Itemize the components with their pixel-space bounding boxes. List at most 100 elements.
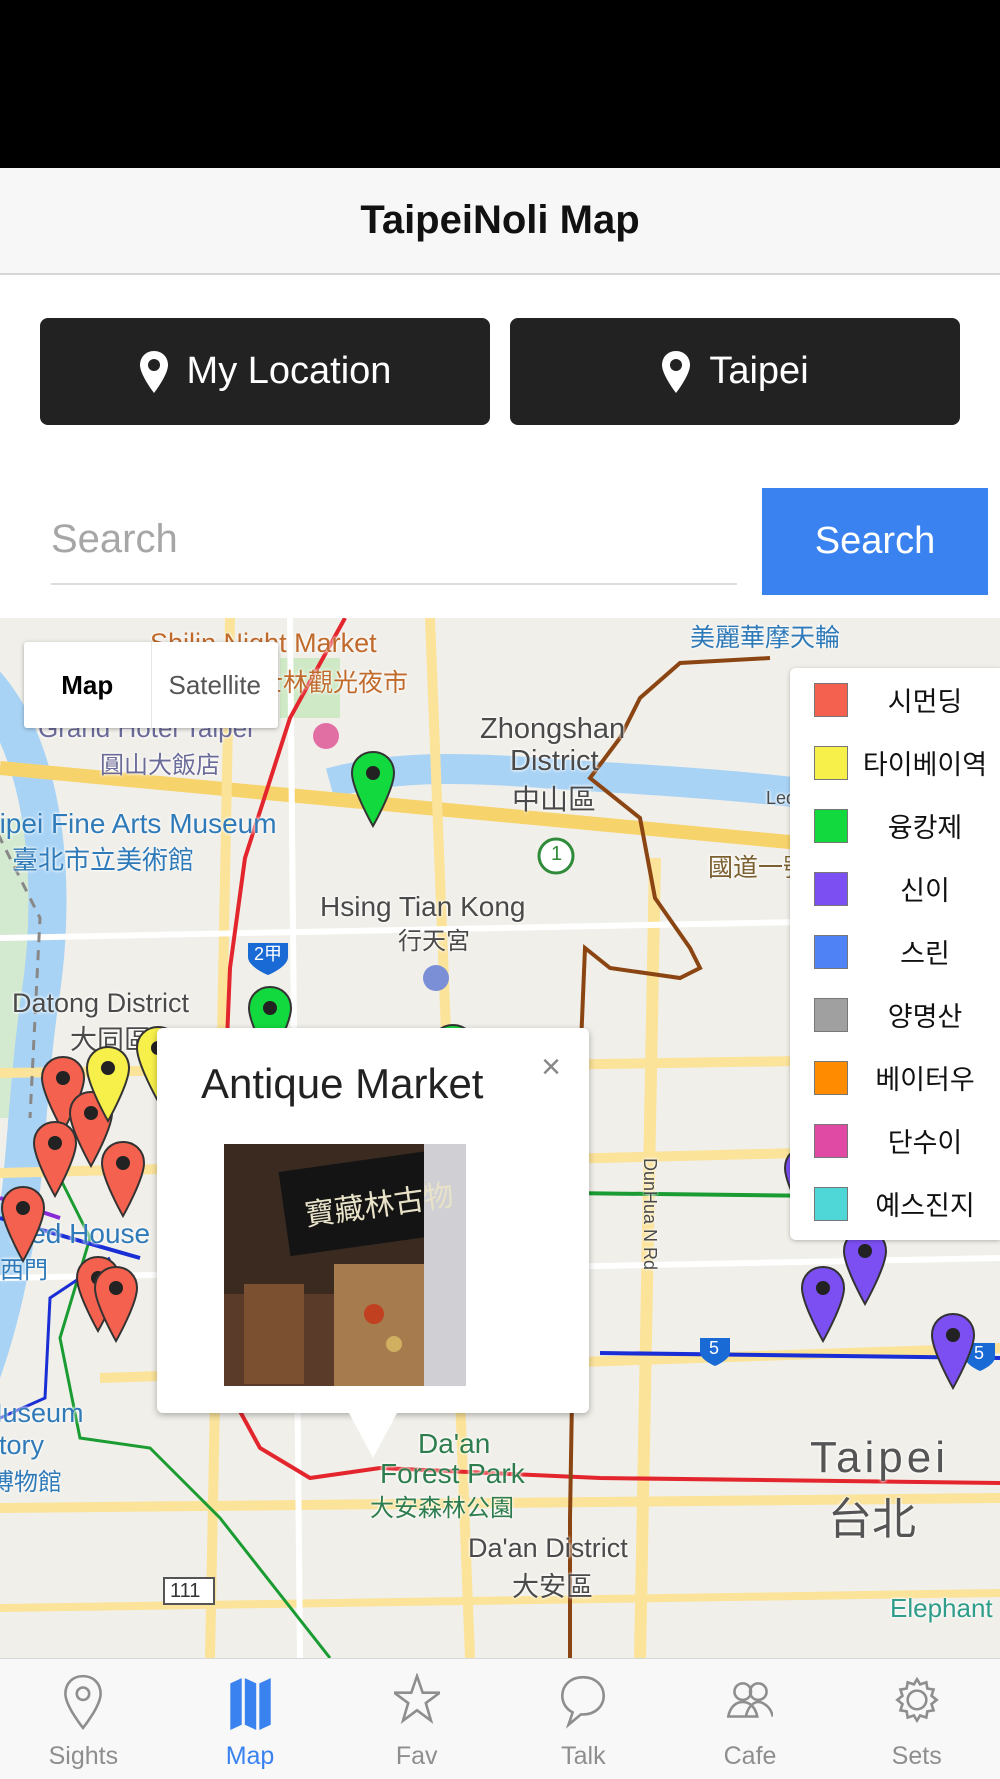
map-label: Taipei Fine Arts Museum <box>0 808 277 839</box>
legend-label: 신이 <box>900 876 950 906</box>
search-input[interactable] <box>51 495 737 585</box>
tab-label: Cafe <box>723 1742 777 1770</box>
tab-label: Fav <box>395 1742 438 1770</box>
road-shield-label: 1 <box>551 843 563 865</box>
info-window: Antique Market × 寶藏林古物 <box>157 1028 589 1458</box>
map-marker-icon[interactable] <box>350 750 396 833</box>
people-icon <box>726 1673 775 1736</box>
tab-label: Map <box>225 1742 275 1770</box>
map-label: 大安區 <box>512 1572 593 1602</box>
my-location-label: My Location <box>186 350 392 392</box>
legend-item[interactable]: 신이 <box>790 857 1000 920</box>
tab-talk[interactable]: Talk <box>500 1659 667 1779</box>
legend-label: 예스진지 <box>875 1191 975 1221</box>
map-label: 台北 <box>828 1495 916 1544</box>
legend-swatch <box>814 1123 848 1158</box>
tab-map[interactable]: Map <box>167 1659 334 1779</box>
place-photo[interactable]: 寶藏林古物 <box>224 1144 466 1386</box>
road-shield-label: 111 <box>170 1580 201 1602</box>
tab-sets[interactable]: Sets <box>833 1659 1000 1779</box>
legend-item[interactable]: 스린 <box>790 920 1000 983</box>
legend-swatch <box>814 745 848 780</box>
map-marker-icon[interactable] <box>85 1045 131 1128</box>
map-label: 美麗華摩天輪 <box>690 624 841 652</box>
close-icon[interactable]: × <box>541 1048 561 1087</box>
page-title: TaipeiNoli Map <box>360 198 640 242</box>
map-label: Da'an District <box>468 1533 628 1563</box>
map-label: Hsing Tian Kong <box>320 891 526 922</box>
map-icon <box>227 1673 273 1736</box>
location-pin-icon <box>662 350 691 393</box>
map-marker-icon[interactable] <box>93 1265 139 1348</box>
legend-swatch <box>814 808 848 843</box>
legend-item[interactable]: 융캉제 <box>790 794 1000 857</box>
taipei-label: Taipei <box>709 350 809 392</box>
map-label: Elephant <box>890 1593 993 1623</box>
legend-label: 시먼딩 <box>887 687 963 717</box>
tab-sights[interactable]: Sights <box>0 1659 167 1779</box>
legend-item[interactable]: 베이터우 <box>790 1046 1000 1109</box>
map-marker-icon[interactable] <box>800 1265 846 1348</box>
map-label: DunHua N Rd <box>640 1158 660 1271</box>
legend-swatch <box>814 871 848 906</box>
map-type-map-button[interactable]: Map <box>24 642 152 728</box>
legend-item[interactable]: 예스진지 <box>790 1172 1000 1235</box>
legend-swatch <box>814 934 848 969</box>
location-pin-icon <box>139 350 168 393</box>
legend-item[interactable]: 타이베이역 <box>790 731 1000 794</box>
legend-label: 베이터우 <box>875 1065 975 1095</box>
map-marker-icon[interactable] <box>930 1312 976 1395</box>
map-label: Museum <box>0 1398 84 1428</box>
legend-swatch <box>814 1060 848 1095</box>
map-type-control: Map Satellite <box>24 642 278 728</box>
legend-label: 단수이 <box>887 1128 963 1158</box>
legend-swatch <box>814 682 848 717</box>
legend-label: 융캉제 <box>887 813 963 843</box>
info-window-title: Antique Market <box>201 1060 484 1107</box>
legend-label: 양명산 <box>887 1002 963 1032</box>
map-label: 圓山大飯店 <box>100 752 220 779</box>
map-legend: 시먼딩타이베이역융캉제신이스린양명산베이터우단수이예스진지 <box>790 668 1000 1240</box>
map-marker-icon[interactable] <box>842 1228 888 1311</box>
map-marker-icon[interactable] <box>0 1185 46 1268</box>
gear-icon <box>894 1673 940 1736</box>
map-label: Da'an <box>418 1428 491 1459</box>
map-marker-icon[interactable] <box>100 1140 146 1223</box>
speech-bubble-icon <box>560 1673 606 1736</box>
tab-fav[interactable]: Fav <box>333 1659 500 1779</box>
legend-label: 타이베이역 <box>862 750 988 780</box>
legend-item[interactable]: 시먼딩 <box>790 668 1000 731</box>
map-type-satellite-button[interactable]: Satellite <box>152 642 279 728</box>
info-window-pointer <box>349 1413 397 1458</box>
pin-outline-icon <box>60 1673 106 1736</box>
tab-bar: Sights Map Fav Talk Cafe Sets <box>0 1658 1000 1779</box>
legend-swatch <box>814 1186 848 1221</box>
tab-cafe[interactable]: Cafe <box>667 1659 834 1779</box>
navigation-bar: TaipeiNoli Map <box>0 168 1000 275</box>
map-label: 博物館 <box>0 1469 62 1496</box>
map-label: 士林觀光夜市 <box>258 669 409 697</box>
taipei-button[interactable]: Taipei <box>510 318 960 425</box>
legend-swatch <box>814 997 848 1032</box>
tab-label: Sights <box>48 1742 119 1770</box>
map-label: District <box>510 745 599 777</box>
star-icon <box>389 1672 444 1736</box>
road-shield-label: 5 <box>709 1338 720 1358</box>
map-label: 中山區 <box>512 784 597 815</box>
map-label: 行天宮 <box>398 928 470 955</box>
legend-item[interactable]: 단수이 <box>790 1109 1000 1172</box>
map-view[interactable]: Shilin Night Market 士林觀光夜市 Grand Hotel T… <box>0 618 1000 1658</box>
map-label: Taipei <box>810 1433 949 1482</box>
map-label: Datong District <box>12 988 190 1018</box>
map-label: 臺北市立美術館 <box>12 845 195 875</box>
status-bar <box>0 0 1000 168</box>
map-label: Zhongshan <box>480 713 626 745</box>
legend-item[interactable]: 양명산 <box>790 983 1000 1046</box>
map-label: History <box>0 1430 45 1460</box>
my-location-button[interactable]: My Location <box>40 318 490 425</box>
road-shield-label: 2甲 <box>254 944 283 964</box>
tab-label: Talk <box>561 1742 606 1770</box>
map-label: Forest Park <box>380 1458 525 1489</box>
map-label: 大安森林公園 <box>370 1495 514 1522</box>
search-button[interactable]: Search <box>762 488 988 595</box>
